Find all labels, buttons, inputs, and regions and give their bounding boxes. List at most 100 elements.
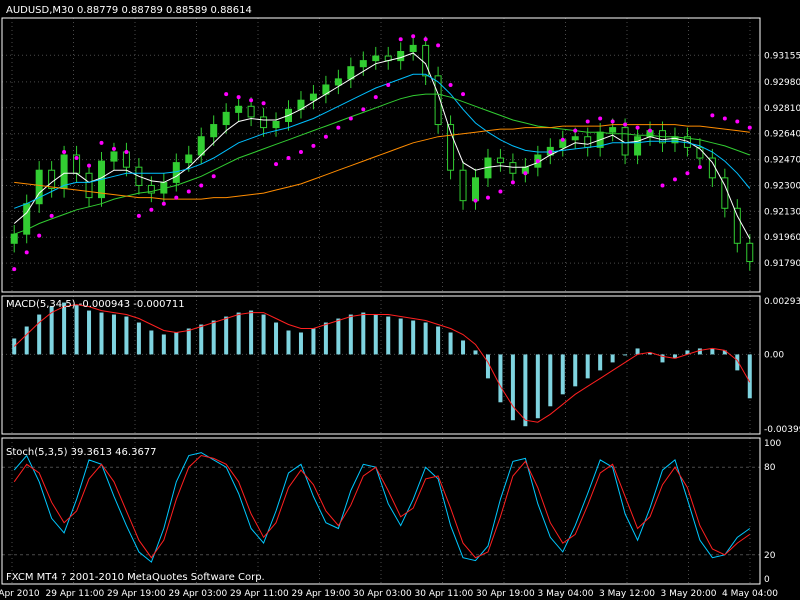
sar-dot [660,183,665,188]
macd-histogram-bar [261,314,266,355]
sar-dot [161,201,166,206]
sar-dot [24,250,29,255]
sar-dot [348,116,353,121]
macd-histogram-bar [37,314,42,355]
macd-tick-label: -0.00399 [764,425,800,435]
sar-dot [99,140,104,145]
macd-histogram-bar [124,316,129,355]
sar-dot [62,149,67,154]
macd-histogram-bar [498,354,503,403]
stochastic-panel[interactable] [13,452,751,563]
macd-histogram-bar [87,310,92,355]
price-tick-label: 0.92810 [764,104,800,114]
candle-body [210,124,218,138]
sar-dot [361,107,366,112]
macd-histogram-bar [461,340,466,355]
macd-tick-label: 0.00 [764,350,784,360]
candle-body [634,136,642,156]
macd-histogram-bar [560,354,565,395]
candle-body [260,116,268,129]
price-panel[interactable] [10,34,754,272]
sar-dot [735,119,740,124]
macd-histogram-bar [623,354,628,356]
macd-histogram-bar [99,312,104,355]
macd-histogram-bar [323,322,328,355]
macd-histogram-bar [336,318,341,355]
candle-body [222,111,230,126]
price-tick-label: 0.92130 [764,207,800,217]
price-tick-label: 0.91790 [764,259,800,269]
price-tick-label: 0.93155 [764,51,800,61]
candle-body [48,169,56,189]
macd-histogram-bar [585,354,590,379]
sar-dot [436,43,441,48]
macd-histogram-bar [510,354,515,421]
macd-histogram-bar [211,320,216,355]
macd-histogram-bar [473,350,478,355]
candle-body [359,60,367,68]
sar-dot [87,163,92,168]
macd-histogram-bar [635,348,640,355]
sar-dot [423,37,428,42]
price-tick-label: 0.92980 [764,78,800,88]
sar-dot [498,189,503,194]
sar-dot [722,116,727,121]
macd-histogram-bar [149,330,154,355]
macd-histogram-bar [598,354,603,371]
sar-dot [199,183,204,188]
macd-histogram-bar [274,322,279,355]
macd-histogram-bar [373,314,378,355]
sar-dot [298,149,303,154]
stoch-tick-label: 0 [764,575,770,585]
sar-dot [386,82,391,87]
sar-dot [598,116,603,121]
x-tick-label: 30 Apr 19:00 [476,589,535,599]
macd-histogram-bar [448,332,453,355]
macd-panel[interactable] [12,302,752,427]
macd-tick-label: 0.002938 [764,297,800,307]
chart-canvas[interactable]: 28 Apr 201029 Apr 11:0029 Apr 19:0029 Ap… [0,0,800,600]
sar-dot [548,149,553,154]
sar-dot [535,159,540,164]
candle-body [397,50,405,62]
candle-body [746,242,754,263]
macd-histogram-bar [361,312,366,355]
sar-dot [560,137,565,142]
macd-histogram-bar [436,326,441,355]
candle-body [272,121,280,129]
candle-body [509,162,517,174]
candle-body [459,169,467,202]
x-tick-label: 29 Apr 11:00 [46,589,105,599]
macd-histogram-bar [747,354,752,399]
sar-dot [311,143,316,148]
sar-dot [398,37,403,42]
price-tick-label: 0.92300 [764,181,800,191]
candle-body [708,157,716,179]
stoch-tick-label: 20 [764,551,776,561]
x-tick-label: 29 Apr 19:00 [292,589,351,599]
sar-dot [573,128,578,133]
candle-body [85,172,93,199]
sar-dot [747,125,752,130]
x-tick-label: 3 May 04:00 [538,589,594,599]
sar-dot [211,174,216,179]
candle-body [609,127,617,133]
sar-dot [49,213,54,218]
mt4-chart-window[interactable]: 28 Apr 201029 Apr 11:0029 Apr 19:0029 Ap… [0,0,800,600]
macd-histogram-bar [311,328,316,355]
sar-dot [710,113,715,118]
macd-histogram-bar [24,326,29,355]
sar-dot [136,213,141,218]
macd-histogram-bar [161,334,166,355]
sar-dot [585,119,590,124]
candle-body [372,55,380,62]
candle-body [122,151,130,168]
sar-dot [74,156,79,161]
sar-dot [37,233,42,238]
stoch-tick-label: 80 [764,463,776,473]
candle-body [334,78,342,86]
x-tick-label: 4 May 04:00 [722,589,778,599]
macd-histogram-bar [286,330,291,355]
macd-histogram-bar [697,348,702,355]
stoch-line [13,454,751,559]
